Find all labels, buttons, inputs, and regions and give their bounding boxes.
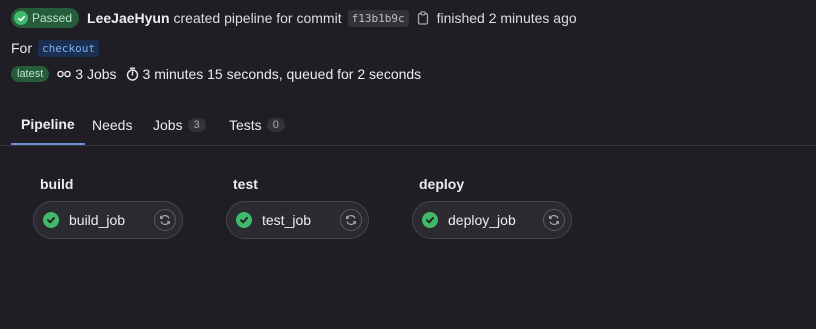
tab-jobs[interactable]: Jobs 3 [143,104,216,145]
tab-pipeline[interactable]: Pipeline [11,104,85,145]
timer-icon [126,67,139,81]
finished-text: finished 2 minutes ago [436,10,577,26]
job-deploy[interactable]: deploy_job [412,201,572,239]
copy-icon[interactable] [417,11,429,25]
job-test[interactable]: test_job [226,201,369,239]
check-circle-icon [14,11,28,25]
tab-needs[interactable]: Needs [82,104,142,145]
tab-label: Pipeline [21,115,75,132]
tab-tests[interactable]: Tests 0 [219,104,295,145]
meta-row: latest 3 Jobs 3 minutes 15 seconds, queu… [11,65,421,83]
stage-deploy: deploy deploy_job [412,176,572,239]
ref-row: For checkout [11,39,99,57]
stage-title: build [40,176,74,192]
retry-icon[interactable] [543,209,565,231]
created-text: created pipeline for commit [173,10,342,26]
jobs-count: 3 Jobs [75,66,117,82]
stage-title: test [233,176,258,192]
latest-badge: latest [11,66,50,82]
retry-icon[interactable] [154,209,176,231]
duration-text: 3 minutes 15 seconds, queued for 2 secon… [142,66,422,82]
job-name: deploy_job [448,212,516,228]
stage-build: build build_job [33,176,183,239]
pipeline-tabs: Pipeline Needs Jobs 3 Tests 0 [0,104,816,146]
job-name: test_job [262,212,312,228]
job-name: build_job [69,212,126,228]
tab-count: 3 [187,117,206,132]
pipeline-icon [57,69,72,79]
check-circle-icon [236,212,252,228]
check-circle-icon [422,212,438,228]
tab-label: Tests [229,116,262,133]
pipeline-header: Passed LeeJaeHyun created pipeline for c… [11,8,577,28]
commit-sha[interactable]: f13b1b9c [347,9,409,27]
author-link[interactable]: LeeJaeHyun [87,10,169,26]
check-circle-icon [43,212,59,228]
tab-count: 0 [266,117,285,132]
tab-label: Jobs [153,116,183,133]
tab-label: Needs [92,116,133,133]
stage-title: deploy [419,176,465,192]
status-badge[interactable]: Passed [11,8,80,28]
job-build[interactable]: build_job [33,201,183,239]
retry-icon[interactable] [340,209,362,231]
for-label: For [11,40,32,56]
stage-test: test test_job [226,176,369,239]
status-text: Passed [32,11,73,25]
branch-ref[interactable]: checkout [38,39,99,57]
